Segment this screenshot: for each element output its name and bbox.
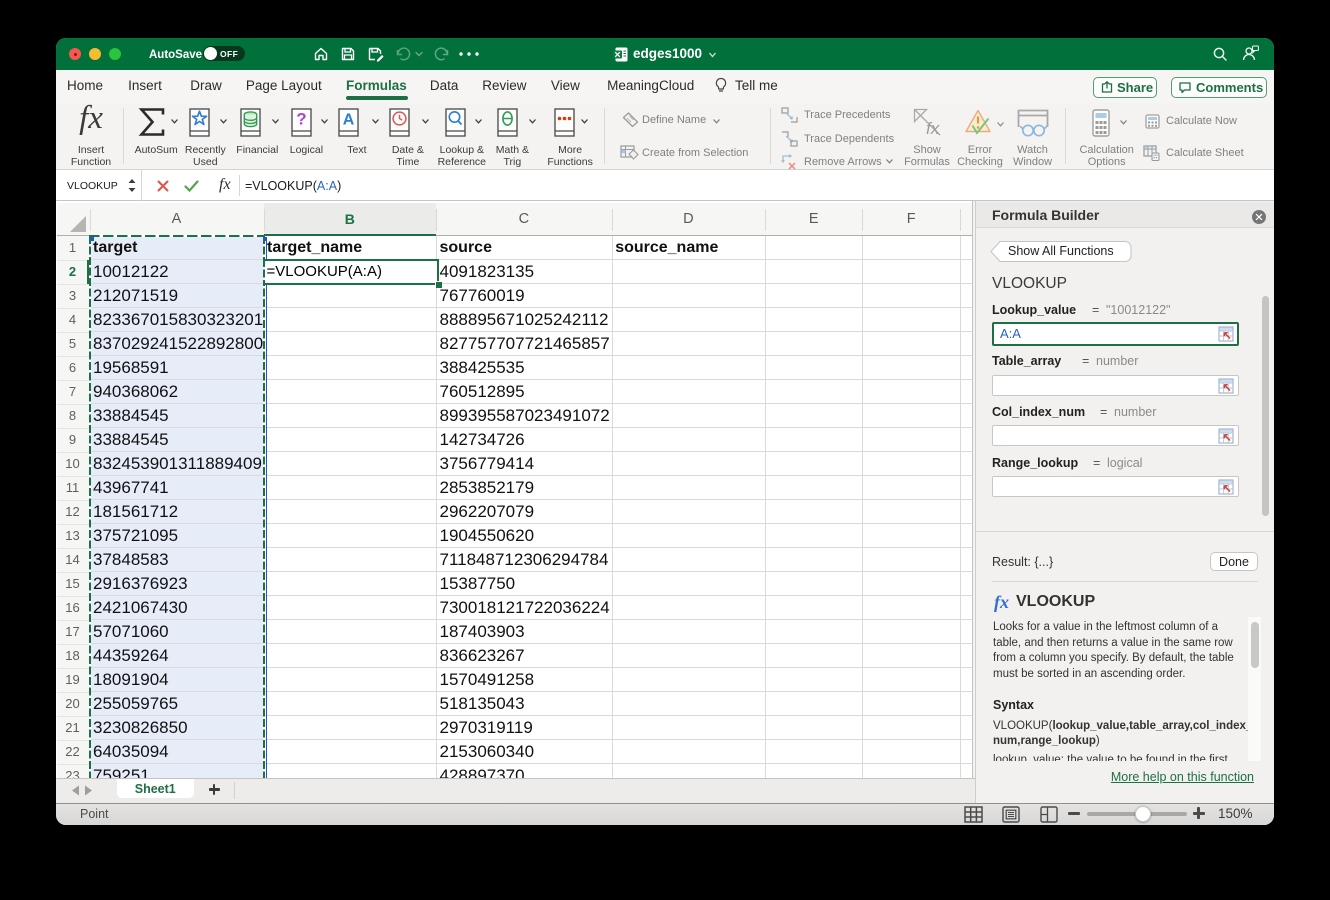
svg-text:A: A xyxy=(343,112,355,129)
svg-text:fx: fx xyxy=(926,119,940,137)
svg-text:?: ? xyxy=(296,110,306,129)
